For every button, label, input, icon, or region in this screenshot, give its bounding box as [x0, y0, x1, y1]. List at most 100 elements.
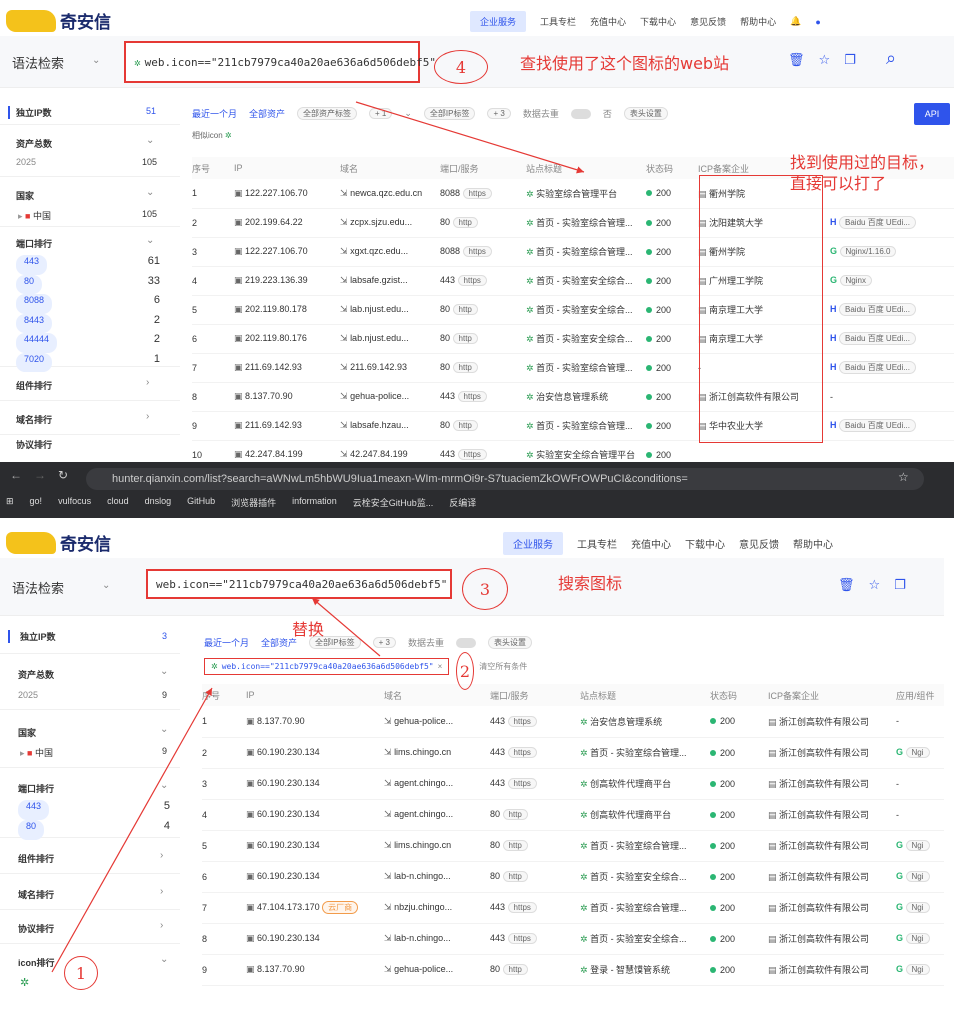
row-ip[interactable]: 8.137.70.90 — [245, 391, 293, 401]
cell-ip[interactable]: ▣ 122.227.106.70 — [234, 237, 340, 267]
table-row[interactable]: 9 ▣ 211.69.142.93 ⇲ labsafe.hzau... 80 http… — [192, 411, 954, 441]
cell-ip[interactable]: ▣ 8.137.70.90 — [246, 706, 384, 738]
nav-help[interactable]: 帮助中心 — [740, 15, 776, 28]
cell-ip[interactable]: ▣ 8.137.70.90 — [246, 954, 384, 986]
component-badge[interactable]: Baidu 百度 UEdi... — [839, 332, 916, 345]
cell-component[interactable]: G Ngi — [896, 861, 944, 893]
cell-title[interactable]: ✲ 创高软件代理商平台 — [580, 768, 710, 800]
filter-plus3[interactable]: + 3 — [487, 108, 511, 119]
table-row[interactable]: 4 ▣ 219.223.136.39 ⇲ labsafe.gzist... 443 h… — [192, 266, 954, 296]
cell-domain[interactable]: ⇲ lab-n.chingo... — [384, 861, 490, 893]
row-domain[interactable]: agent.chingo... — [394, 809, 453, 819]
component-badge[interactable]: Nginx — [839, 275, 872, 286]
table-row[interactable]: 6 ▣ 202.119.80.176 ⇲ lab.njust.edu... 80 ht… — [192, 324, 954, 354]
component-badge[interactable]: Baidu 百度 UEdi... — [839, 216, 916, 229]
chevron-down-icon[interactable]: ⌄ — [92, 55, 100, 66]
nav-feedback[interactable]: 意见反馈 — [739, 536, 779, 551]
row-domain[interactable]: lims.chingo.cn — [394, 840, 451, 850]
cell-title[interactable]: ✲ 首页 - 实验室安全综合... — [526, 324, 646, 354]
apps-icon[interactable]: ⊞ — [6, 496, 14, 509]
nav-enterprise[interactable]: 企业服务 — [470, 11, 527, 32]
cell-icp[interactable]: ▤ 浙江创高软件有限公司 — [768, 830, 896, 862]
cell-component[interactable]: G Nginx — [830, 266, 954, 296]
bookmark-item[interactable]: 浏览器插件 — [231, 496, 276, 509]
chevron-down-icon[interactable]: ⌄ — [146, 235, 154, 246]
port-item[interactable]: 80 33 — [16, 274, 160, 294]
table-row[interactable]: 2 ▣ 60.190.230.134 ⇲ lims.chingo.cn 443 htt… — [202, 737, 944, 769]
port-item[interactable]: 443 61 — [16, 255, 160, 275]
table-row[interactable]: 2 ▣ 202.199.64.22 ⇲ zcpx.sjzu.edu... 80 htt… — [192, 208, 954, 238]
api-button[interactable]: API — [914, 103, 950, 125]
row-domain[interactable]: lab-n.chingo... — [394, 933, 451, 943]
trash-icon[interactable]: 🗑 — [838, 577, 855, 593]
table-row[interactable]: 4 ▣ 60.190.230.134 ⇲ agent.chingo... 80 htt… — [202, 799, 944, 831]
cell-ip[interactable]: ▣ 60.190.230.134 — [246, 799, 384, 831]
row-ip[interactable]: 219.223.136.39 — [245, 275, 308, 285]
col-header[interactable]: 域名 — [384, 684, 490, 706]
cell-domain[interactable]: ⇲ gehua-police... — [384, 954, 490, 986]
nav-tools[interactable]: 工具专栏 — [577, 536, 617, 551]
cell-ip[interactable]: ▣ 202.119.80.176 — [234, 324, 340, 354]
row-domain[interactable]: zcpx.sjzu.edu... — [350, 217, 412, 227]
cell-icp[interactable]: ▤ 浙江创高软件有限公司 — [768, 768, 896, 800]
row-title[interactable]: 首页 - 实验室安全综合... — [536, 305, 633, 315]
row-icp[interactable]: 浙江创高软件有限公司 — [779, 810, 869, 820]
row-title[interactable]: 实验室安全综合管理平台 — [536, 450, 635, 460]
cell-domain[interactable]: ⇲ lims.chingo.cn — [384, 737, 490, 769]
cell-domain[interactable]: ⇲ labsafe.hzau... — [340, 411, 440, 441]
cell-title[interactable]: ✲ 治安信息管理系统 — [580, 706, 710, 738]
cell-domain[interactable]: ⇲ xgxt.qzc.edu... — [340, 237, 440, 267]
cell-domain[interactable]: ⇲ agent.chingo... — [384, 768, 490, 800]
row-ip[interactable]: 60.190.230.134 — [257, 809, 320, 819]
row-ip[interactable]: 60.190.230.134 — [257, 778, 320, 788]
row-title[interactable]: 首页 - 实验室安全综合... — [536, 276, 633, 286]
table-row[interactable]: 5 ▣ 60.190.230.134 ⇲ lims.chingo.cn 80 http… — [202, 830, 944, 862]
bookmark-star-icon[interactable]: ☆ — [898, 470, 909, 484]
dedupe-toggle[interactable] — [455, 637, 476, 648]
cell-component[interactable]: G Ngi — [896, 923, 944, 955]
row-domain[interactable]: labsafe.gzist... — [350, 275, 408, 285]
col-header[interactable]: ICP备案企业 — [768, 684, 896, 706]
component-badge[interactable]: Ngi — [905, 840, 930, 851]
row-icp[interactable]: 浙江创高软件有限公司 — [779, 934, 869, 944]
row-ip[interactable]: 60.190.230.134 — [257, 933, 320, 943]
filter-asset-tag[interactable]: 全部资产标签 — [297, 107, 358, 120]
cell-icp[interactable]: ▤ 浙江创高软件有限公司 — [768, 737, 896, 769]
col-header[interactable]: 应用/组件 — [896, 684, 944, 706]
component-badge[interactable]: Ngi — [905, 964, 930, 975]
component-badge[interactable]: Ngi — [905, 871, 930, 882]
component-badge[interactable]: Ngi — [905, 747, 930, 758]
cell-icp[interactable]: ▤ 浙江创高软件有限公司 — [768, 861, 896, 893]
chevron-down-icon[interactable]: ⌄ — [160, 780, 168, 791]
cell-ip[interactable]: ▣ 211.69.142.93 — [234, 353, 340, 383]
row-ip[interactable]: 122.227.106.70 — [245, 246, 308, 256]
clear-conditions-link[interactable]: 清空所有条件 — [479, 661, 527, 672]
col-header[interactable]: 状态码 — [646, 157, 698, 179]
cell-ip[interactable]: ▣ 60.190.230.134 — [246, 737, 384, 769]
cell-component[interactable]: - — [896, 768, 944, 800]
component-badge[interactable]: Baidu 百度 UEdi... — [839, 419, 916, 432]
cell-component[interactable]: - — [896, 799, 944, 831]
row-title[interactable]: 首页 - 实验室安全综合... — [536, 334, 633, 344]
table-row[interactable]: 9 ▣ 8.137.70.90 ⇲ gehua-police... 80 http ✲ … — [202, 954, 944, 986]
side-china[interactable]: ▸ ■ 中国 — [18, 209, 51, 222]
row-domain[interactable]: gehua-police... — [394, 964, 453, 974]
nav-help[interactable]: 帮助中心 — [793, 536, 833, 551]
qianxin-logo[interactable]: 奇安信 — [6, 530, 111, 555]
row-title[interactable]: 首页 - 实验室综合管理... — [590, 903, 687, 913]
chevron-down-icon[interactable]: ⌄ — [102, 580, 110, 591]
cell-icp[interactable]: ▤ 浙江创高软件有限公司 — [768, 799, 896, 831]
star-icon[interactable]: ☆ — [869, 577, 881, 593]
copy-icon[interactable]: ❐ — [894, 577, 906, 593]
cell-title[interactable]: ✲ 首页 - 实验室综合管理... — [580, 737, 710, 769]
col-header[interactable]: 状态码 — [710, 684, 768, 706]
row-icp[interactable]: 浙江创高软件有限公司 — [779, 748, 869, 758]
cell-domain[interactable]: ⇲ agent.chingo... — [384, 799, 490, 831]
header-settings-button[interactable]: 表头设置 — [487, 636, 532, 649]
cell-component[interactable]: G Ngi — [896, 954, 944, 986]
cell-domain[interactable]: ⇲ 211.69.142.93 — [340, 353, 440, 383]
row-title[interactable]: 首页 - 实验室综合管理... — [536, 218, 633, 228]
cell-icp[interactable]: ▤ 浙江创高软件有限公司 — [768, 706, 896, 738]
copy-icon[interactable]: ❐ — [844, 52, 856, 68]
row-title[interactable]: 首页 - 实验室综合管理... — [536, 421, 633, 431]
